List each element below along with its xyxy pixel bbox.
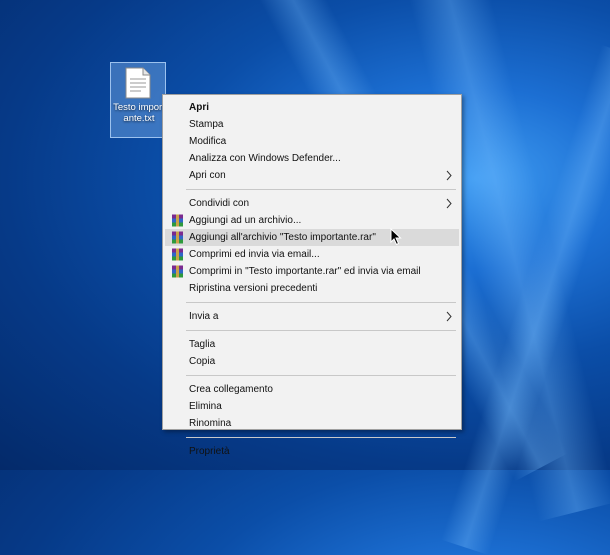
menu-item-modifica[interactable]: Modifica [165,133,459,150]
desktop-file-item[interactable]: Testo importante.txt [110,62,166,138]
menu-item-comprimi-ed-invia-via-email[interactable]: Comprimi ed invia via email... [165,246,459,263]
menu-item-label: Aggiungi all'archivio "Testo importante.… [189,232,376,243]
menu-item-condividi-con[interactable]: Condividi con [165,195,459,212]
menu-item-rinomina[interactable]: Rinomina [165,415,459,432]
menu-item-apri[interactable]: Apri [165,99,459,116]
menu-separator [186,375,456,376]
menu-item-ripristina-versioni-precedenti[interactable]: Ripristina versioni precedenti [165,280,459,297]
menu-separator [186,189,456,190]
menu-item-label: Analizza con Windows Defender... [189,153,341,164]
menu-separator [186,437,456,438]
menu-item-label: Comprimi ed invia via email... [189,249,320,260]
menu-item-label: Aggiungi ad un archivio... [189,215,302,226]
menu-item-copia[interactable]: Copia [165,353,459,370]
menu-separator [186,330,456,331]
text-file-icon [125,67,151,99]
menu-item-elimina[interactable]: Elimina [165,398,459,415]
chevron-right-icon [446,170,452,181]
menu-item-label: Invia a [189,311,219,322]
menu-item-apri-con[interactable]: Apri con [165,167,459,184]
menu-item-label: Elimina [189,401,222,412]
context-menu: Apri Stampa Modifica Analizza con Windows D… [162,94,462,457]
menu-item-stampa[interactable]: Stampa [165,116,459,133]
menu-item-crea-collegamento[interactable]: Crea collegamento [165,381,459,398]
menu-item-label: Stampa [189,119,224,130]
menu-item-propriet[interactable]: Proprietà [165,443,459,460]
menu-item-comprimi-in-testo-importante-rar-ed-invia-via-email[interactable]: Comprimi in "Testo importante.rar" ed in… [165,263,459,280]
winrar-icon [172,248,183,261]
menu-item-invia-a[interactable]: Invia a [165,308,459,325]
mouse-cursor-icon [390,228,402,246]
winrar-icon [172,231,183,244]
winrar-icon [172,214,183,227]
menu-item-analizza-con-windows-defender[interactable]: Analizza con Windows Defender... [165,150,459,167]
menu-item-label: Crea collegamento [189,384,273,395]
menu-item-aggiungi-all-archivio-testo-importante-rar[interactable]: Aggiungi all'archivio "Testo importante.… [165,229,459,246]
menu-item-label: Taglia [189,339,216,350]
menu-item-label: Modifica [189,136,227,147]
chevron-right-icon [446,198,452,209]
menu-item-label: Apri [189,102,209,113]
wallpaper-beam [440,44,610,555]
menu-item-taglia[interactable]: Taglia [165,336,459,353]
menu-item-label: Comprimi in "Testo importante.rar" ed in… [189,266,421,277]
menu-item-label: Apri con [189,170,226,181]
desktop-file-label: Testo importante.txt [113,102,165,124]
menu-item-label: Rinomina [189,418,232,429]
menu-item-label: Condividi con [189,198,250,209]
menu-item-label: Ripristina versioni precedenti [189,283,318,294]
menu-item-label: Proprietà [189,446,230,457]
menu-separator [186,302,456,303]
menu-item-label: Copia [189,356,216,367]
winrar-icon [172,265,183,278]
chevron-right-icon [446,311,452,322]
menu-item-aggiungi-ad-un-archivio[interactable]: Aggiungi ad un archivio... [165,212,459,229]
